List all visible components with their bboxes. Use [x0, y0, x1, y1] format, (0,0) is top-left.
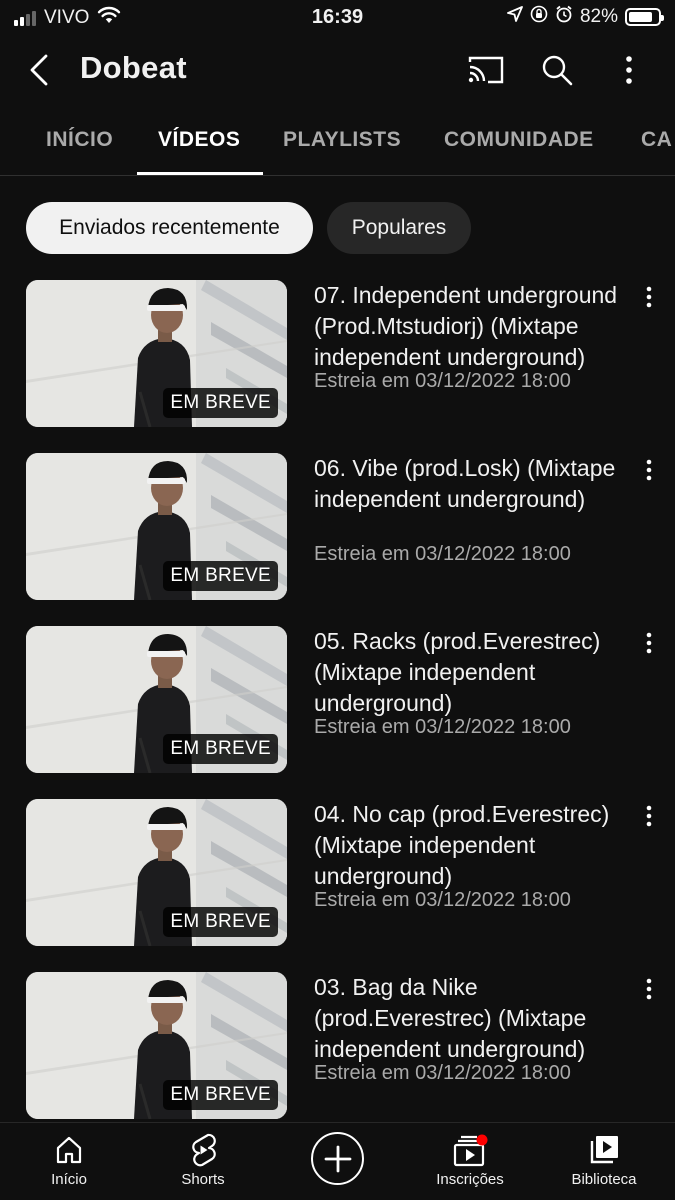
upcoming-badge: EM BREVE — [163, 1080, 278, 1110]
more-vertical-icon — [646, 978, 652, 1000]
chip-recent-uploads[interactable]: Enviados recentemente — [26, 202, 313, 254]
video-row[interactable]: EM BREVE 03. Bag da Nike (prod.Everestre… — [0, 972, 675, 1122]
video-premiere-date: Estreia em 03/12/2022 18:00 — [314, 370, 571, 392]
video-title[interactable]: 04. No cap (prod.Everestrec) (Mixtape in… — [314, 799, 620, 892]
video-thumbnail[interactable]: EM BREVE — [26, 280, 287, 427]
video-premiere-date: Estreia em 03/12/2022 18:00 — [314, 889, 571, 911]
channel-tabs: INÍCIO VÍDEOS PLAYLISTS COMUNIDADE CA — [0, 106, 675, 176]
cast-button[interactable] — [466, 50, 506, 90]
video-title[interactable]: 03. Bag da Nike (prod.Everestrec) (Mixta… — [314, 972, 620, 1065]
more-vertical-icon — [646, 805, 652, 827]
tab-inicio[interactable]: INÍCIO — [46, 128, 113, 152]
nav-home-label: Início — [51, 1171, 87, 1188]
upcoming-badge: EM BREVE — [163, 388, 278, 418]
create-plus-icon — [324, 1145, 351, 1172]
bottom-navigation: Início Shorts Inscrições Biblioteca — [0, 1122, 675, 1200]
video-row[interactable]: EM BREVE 06. Vibe (prod.Losk) (Mixtape i… — [0, 453, 675, 603]
tab-videos[interactable]: VÍDEOS — [158, 128, 240, 152]
channel-header: Dobeat — [0, 36, 675, 106]
video-title[interactable]: 07. Independent underground (Prod.Mtstud… — [314, 280, 620, 373]
nav-shorts[interactable]: Shorts — [148, 1131, 258, 1197]
video-thumbnail[interactable]: EM BREVE — [26, 626, 287, 773]
upcoming-badge: EM BREVE — [163, 907, 278, 937]
tab-canais[interactable]: CA — [641, 128, 672, 152]
nav-subscriptions-label: Inscrições — [436, 1171, 504, 1188]
nav-library[interactable]: Biblioteca — [549, 1131, 659, 1197]
back-arrow-icon — [30, 54, 48, 86]
video-title[interactable]: 06. Vibe (prod.Losk) (Mixtape independen… — [314, 453, 620, 515]
cast-icon — [468, 56, 504, 84]
more-vertical-icon — [646, 286, 652, 308]
upcoming-badge: EM BREVE — [163, 734, 278, 764]
video-premiere-date: Estreia em 03/12/2022 18:00 — [314, 716, 571, 738]
alarm-icon — [555, 5, 573, 29]
video-thumbnail[interactable]: EM BREVE — [26, 799, 287, 946]
battery-percent: 82% — [579, 6, 618, 27]
video-more-button[interactable] — [634, 282, 664, 312]
nav-shorts-label: Shorts — [181, 1171, 225, 1188]
nav-subscriptions[interactable]: Inscrições — [415, 1131, 525, 1197]
location-arrow-icon — [507, 6, 523, 28]
search-button[interactable] — [537, 50, 577, 90]
more-vertical-icon — [626, 56, 632, 84]
more-vertical-icon — [646, 459, 652, 481]
search-icon — [542, 55, 573, 86]
nav-home[interactable]: Início — [14, 1131, 124, 1197]
home-icon — [53, 1131, 85, 1169]
active-tab-indicator — [137, 172, 263, 175]
library-icon — [587, 1131, 621, 1169]
tab-playlists[interactable]: PLAYLISTS — [283, 128, 401, 152]
video-thumbnail[interactable]: EM BREVE — [26, 453, 287, 600]
shorts-icon — [188, 1131, 218, 1169]
video-row[interactable]: EM BREVE 04. No cap (prod.Everestrec) (M… — [0, 799, 675, 949]
video-more-button[interactable] — [634, 974, 664, 1004]
chip-popular[interactable]: Populares — [327, 202, 471, 254]
status-right: 82% — [507, 5, 664, 29]
more-options-button[interactable] — [609, 50, 649, 90]
orientation-lock-icon — [530, 5, 548, 29]
video-title[interactable]: 05. Racks (prod.Everestrec) (Mixtape ind… — [314, 626, 620, 719]
video-row[interactable]: EM BREVE 07. Independent underground (Pr… — [0, 280, 675, 430]
back-button[interactable] — [22, 50, 62, 90]
channel-title: Dobeat — [80, 50, 187, 85]
upcoming-badge: EM BREVE — [163, 561, 278, 591]
video-more-button[interactable] — [634, 455, 664, 485]
video-thumbnail[interactable]: EM BREVE — [26, 972, 287, 1119]
video-more-button[interactable] — [634, 801, 664, 831]
tab-comunidade[interactable]: COMUNIDADE — [444, 128, 594, 152]
nav-library-label: Biblioteca — [571, 1171, 637, 1188]
video-more-button[interactable] — [634, 628, 664, 658]
video-premiere-date: Estreia em 03/12/2022 18:00 — [314, 1062, 571, 1084]
subscriptions-icon — [451, 1131, 489, 1169]
create-button[interactable] — [311, 1132, 364, 1185]
video-row[interactable]: EM BREVE 05. Racks (prod.Everestrec) (Mi… — [0, 626, 675, 776]
status-bar: VIVO 16:39 82% — [0, 0, 675, 36]
video-premiere-date: Estreia em 03/12/2022 18:00 — [314, 543, 571, 565]
more-vertical-icon — [646, 632, 652, 654]
battery-icon — [625, 8, 664, 26]
